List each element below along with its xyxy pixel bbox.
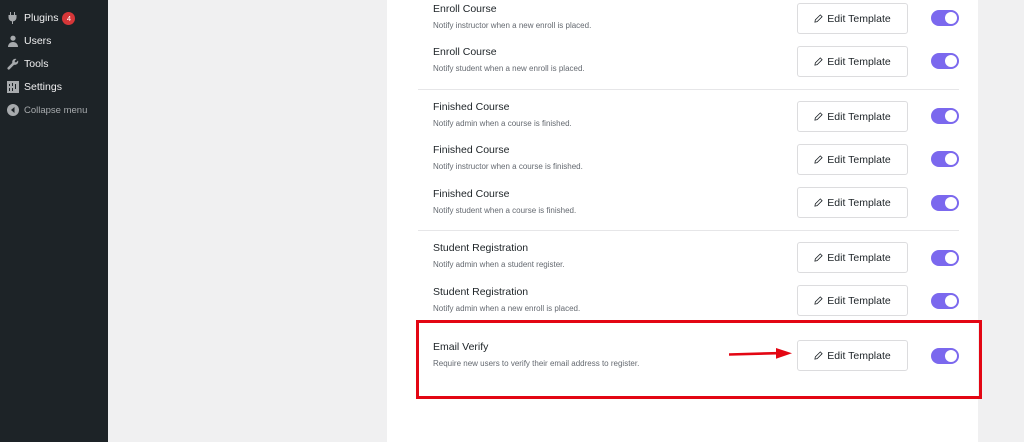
plug-icon: [7, 12, 19, 24]
collapse-menu-button[interactable]: Collapse menu: [0, 99, 108, 121]
edit-template-button[interactable]: Edit Template: [797, 3, 908, 34]
notification-title: Enroll Course: [433, 46, 497, 58]
wrench-icon: [7, 58, 19, 70]
sidebar-item-label: Settings: [24, 81, 62, 93]
notification-description: Notify instructor when a new enroll is p…: [433, 21, 592, 30]
edit-template-button[interactable]: Edit Template: [797, 242, 908, 273]
notification-toggle[interactable]: [931, 108, 959, 124]
notification-toggle[interactable]: [931, 10, 959, 26]
notification-toggle[interactable]: [931, 250, 959, 266]
notification-toggle[interactable]: [931, 53, 959, 69]
highlight-box: [416, 320, 982, 399]
toggle-knob: [945, 110, 957, 122]
red-arrow-icon: [729, 348, 792, 359]
notification-title: Finished Course: [433, 188, 510, 200]
pencil-icon: [814, 112, 823, 121]
toggle-knob: [945, 197, 957, 209]
edit-template-label: Edit Template: [827, 251, 891, 264]
edit-template-button[interactable]: Edit Template: [797, 144, 908, 175]
notification-title: Enroll Course: [433, 3, 497, 15]
edit-template-label: Edit Template: [827, 153, 891, 166]
edit-template-label: Edit Template: [827, 55, 891, 68]
toggle-knob: [945, 55, 957, 67]
group-divider: [418, 89, 959, 90]
settings-icon: [7, 81, 19, 93]
notification-toggle[interactable]: [931, 195, 959, 211]
pencil-icon: [814, 198, 823, 207]
plugins-update-badge: 4: [62, 11, 76, 25]
sidebar-item-label: Plugins: [24, 12, 59, 24]
toggle-knob: [945, 12, 957, 24]
pencil-icon: [814, 155, 823, 164]
edit-template-label: Edit Template: [827, 12, 891, 25]
sidebar-item-label: Users: [24, 35, 52, 47]
pencil-icon: [814, 296, 823, 305]
admin-sidebar: Plugins 4 Users Tools Settings Collapse …: [0, 0, 108, 442]
pencil-icon: [814, 57, 823, 66]
edit-template-label: Edit Template: [827, 294, 891, 307]
pencil-icon: [814, 14, 823, 23]
edit-template-label: Edit Template: [827, 196, 891, 209]
notification-description: Notify student when a new enroll is plac…: [433, 64, 585, 73]
edit-template-button[interactable]: Edit Template: [797, 46, 908, 77]
notification-description: Notify instructor when a course is finis…: [433, 162, 583, 171]
toggle-knob: [945, 295, 957, 307]
toggle-knob: [945, 153, 957, 165]
sidebar-item-label: Tools: [24, 58, 49, 70]
group-divider: [418, 230, 959, 231]
notification-title: Student Registration: [433, 286, 529, 298]
toggle-knob: [945, 252, 957, 264]
edit-template-button[interactable]: Edit Template: [797, 285, 908, 316]
notification-description: Notify admin when a student register.: [433, 260, 565, 269]
collapse-icon: [7, 104, 19, 116]
pencil-icon: [814, 253, 823, 262]
notification-title: Finished Course: [433, 101, 510, 113]
edit-template-label: Edit Template: [827, 110, 891, 123]
notification-toggle[interactable]: [931, 293, 959, 309]
sidebar-item-settings[interactable]: Settings: [0, 76, 108, 98]
user-icon: [7, 35, 19, 47]
notification-description: Notify admin when a course is finished.: [433, 119, 572, 128]
sidebar-item-users[interactable]: Users: [0, 30, 108, 52]
notification-title: Finished Course: [433, 144, 510, 156]
edit-template-button[interactable]: Edit Template: [797, 101, 908, 132]
sidebar-item-label: Collapse menu: [24, 104, 88, 116]
notification-description: Notify student when a course is finished…: [433, 206, 577, 215]
edit-template-button[interactable]: Edit Template: [797, 187, 908, 218]
sidebar-item-plugins[interactable]: Plugins 4: [0, 7, 108, 29]
notification-title: Student Registration: [433, 242, 529, 254]
notification-description: Notify admin when a new enroll is placed…: [433, 304, 581, 313]
notification-toggle[interactable]: [931, 151, 959, 167]
sidebar-item-tools[interactable]: Tools: [0, 53, 108, 75]
